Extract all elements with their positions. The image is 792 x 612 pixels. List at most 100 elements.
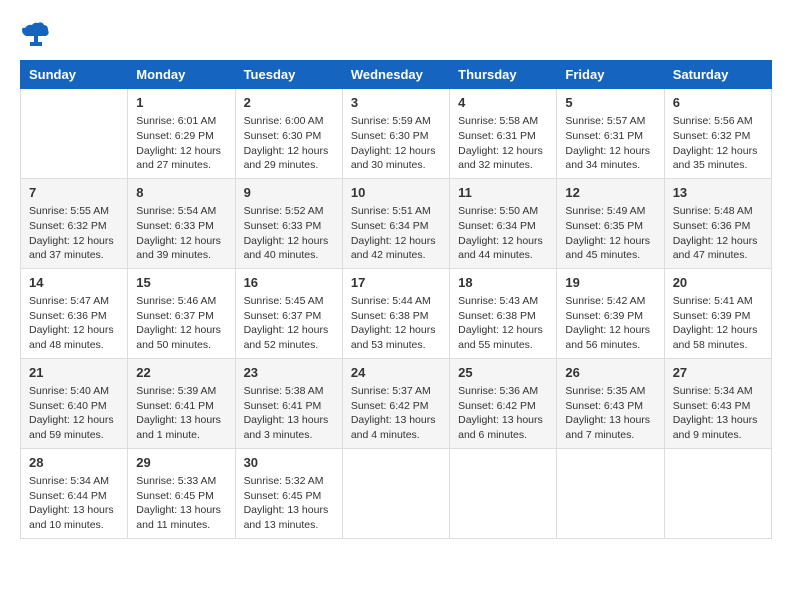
calendar-cell: 4 Sunrise: 5:58 AM Sunset: 6:31 PM Daylig… — [450, 89, 557, 179]
logo-icon — [20, 20, 50, 50]
calendar-cell: 5 Sunrise: 5:57 AM Sunset: 6:31 PM Daylig… — [557, 89, 664, 179]
day-info: Sunrise: 5:41 AM Sunset: 6:39 PM Dayligh… — [673, 294, 763, 353]
day-info: Sunrise: 5:55 AM Sunset: 6:32 PM Dayligh… — [29, 204, 119, 263]
day-info: Sunrise: 5:36 AM Sunset: 6:42 PM Dayligh… — [458, 384, 548, 443]
day-info: Sunrise: 5:59 AM Sunset: 6:30 PM Dayligh… — [351, 114, 441, 173]
calendar-cell: 13Sunrise: 5:48 AM Sunset: 6:36 PM Dayli… — [664, 178, 771, 268]
day-number: 24 — [351, 364, 441, 382]
calendar-cell: 27Sunrise: 5:34 AM Sunset: 6:43 PM Dayli… — [664, 358, 771, 448]
day-header-sunday: Sunday — [21, 61, 128, 89]
day-info: Sunrise: 5:57 AM Sunset: 6:31 PM Dayligh… — [565, 114, 655, 173]
day-number: 4 — [458, 94, 548, 112]
calendar-cell: 26Sunrise: 5:35 AM Sunset: 6:43 PM Dayli… — [557, 358, 664, 448]
day-info: Sunrise: 5:50 AM Sunset: 6:34 PM Dayligh… — [458, 204, 548, 263]
day-info: Sunrise: 5:56 AM Sunset: 6:32 PM Dayligh… — [673, 114, 763, 173]
day-number: 21 — [29, 364, 119, 382]
calendar-cell: 7 Sunrise: 5:55 AM Sunset: 6:32 PM Daylig… — [21, 178, 128, 268]
day-number: 5 — [565, 94, 655, 112]
day-info: Sunrise: 5:35 AM Sunset: 6:43 PM Dayligh… — [565, 384, 655, 443]
day-number: 6 — [673, 94, 763, 112]
day-info: Sunrise: 5:39 AM Sunset: 6:41 PM Dayligh… — [136, 384, 226, 443]
day-info: Sunrise: 5:38 AM Sunset: 6:41 PM Dayligh… — [244, 384, 334, 443]
day-number: 1 — [136, 94, 226, 112]
page-header — [20, 20, 772, 50]
day-info: Sunrise: 5:44 AM Sunset: 6:38 PM Dayligh… — [351, 294, 441, 353]
calendar-cell: 21 Sunrise: 5:40 AM Sunset: 6:40 PM Dayli… — [21, 358, 128, 448]
day-info: Sunrise: 5:40 AM Sunset: 6:40 PM Dayligh… — [29, 384, 119, 443]
day-info: Sunrise: 5:51 AM Sunset: 6:34 PM Dayligh… — [351, 204, 441, 263]
day-number: 9 — [244, 184, 334, 202]
day-number: 22 — [136, 364, 226, 382]
day-number: 15 — [136, 274, 226, 292]
day-info: Sunrise: 5:49 AM Sunset: 6:35 PM Dayligh… — [565, 204, 655, 263]
calendar-cell: 10 Sunrise: 5:51 AM Sunset: 6:34 PM Dayli… — [342, 178, 449, 268]
calendar-cell — [557, 448, 664, 538]
day-number: 28 — [29, 454, 119, 472]
calendar-cell: 8 Sunrise: 5:54 AM Sunset: 6:33 PM Daylig… — [128, 178, 235, 268]
week-row-3: 14 Sunrise: 5:47 AM Sunset: 6:36 PM Dayli… — [21, 268, 772, 358]
calendar-cell: 12Sunrise: 5:49 AM Sunset: 6:35 PM Dayli… — [557, 178, 664, 268]
day-number: 16 — [244, 274, 334, 292]
calendar-cell: 18Sunrise: 5:43 AM Sunset: 6:38 PM Dayli… — [450, 268, 557, 358]
calendar-cell: 2 Sunrise: 6:00 AM Sunset: 6:30 PM Daylig… — [235, 89, 342, 179]
day-info: Sunrise: 5:43 AM Sunset: 6:38 PM Dayligh… — [458, 294, 548, 353]
day-info: Sunrise: 6:00 AM Sunset: 6:30 PM Dayligh… — [244, 114, 334, 173]
day-number: 3 — [351, 94, 441, 112]
day-number: 20 — [673, 274, 763, 292]
calendar-cell: 20 Sunrise: 5:41 AM Sunset: 6:39 PM Dayli… — [664, 268, 771, 358]
day-info: Sunrise: 6:01 AM Sunset: 6:29 PM Dayligh… — [136, 114, 226, 173]
week-row-5: 28 Sunrise: 5:34 AM Sunset: 6:44 PM Dayli… — [21, 448, 772, 538]
calendar-cell: 11 Sunrise: 5:50 AM Sunset: 6:34 PM Dayli… — [450, 178, 557, 268]
day-header-monday: Monday — [128, 61, 235, 89]
header-row: SundayMondayTuesdayWednesdayThursdayFrid… — [21, 61, 772, 89]
calendar-cell: 30 Sunrise: 5:32 AM Sunset: 6:45 PM Dayli… — [235, 448, 342, 538]
day-info: Sunrise: 5:47 AM Sunset: 6:36 PM Dayligh… — [29, 294, 119, 353]
day-number: 8 — [136, 184, 226, 202]
day-number: 13 — [673, 184, 763, 202]
day-info: Sunrise: 5:32 AM Sunset: 6:45 PM Dayligh… — [244, 474, 334, 533]
day-number: 10 — [351, 184, 441, 202]
calendar-cell: 15 Sunrise: 5:46 AM Sunset: 6:37 PM Dayli… — [128, 268, 235, 358]
calendar-cell: 29Sunrise: 5:33 AM Sunset: 6:45 PM Dayli… — [128, 448, 235, 538]
calendar-cell — [450, 448, 557, 538]
day-info: Sunrise: 5:54 AM Sunset: 6:33 PM Dayligh… — [136, 204, 226, 263]
logo — [20, 20, 54, 50]
day-info: Sunrise: 5:34 AM Sunset: 6:44 PM Dayligh… — [29, 474, 119, 533]
calendar-cell: 16 Sunrise: 5:45 AM Sunset: 6:37 PM Dayli… — [235, 268, 342, 358]
calendar-cell: 14 Sunrise: 5:47 AM Sunset: 6:36 PM Dayli… — [21, 268, 128, 358]
day-number: 25 — [458, 364, 548, 382]
calendar-cell: 28 Sunrise: 5:34 AM Sunset: 6:44 PM Dayli… — [21, 448, 128, 538]
day-info: Sunrise: 5:45 AM Sunset: 6:37 PM Dayligh… — [244, 294, 334, 353]
day-number: 14 — [29, 274, 119, 292]
day-info: Sunrise: 5:52 AM Sunset: 6:33 PM Dayligh… — [244, 204, 334, 263]
day-header-saturday: Saturday — [664, 61, 771, 89]
day-info: Sunrise: 5:37 AM Sunset: 6:42 PM Dayligh… — [351, 384, 441, 443]
day-header-tuesday: Tuesday — [235, 61, 342, 89]
week-row-1: 1 Sunrise: 6:01 AM Sunset: 6:29 PM Daylig… — [21, 89, 772, 179]
calendar-cell: 24 Sunrise: 5:37 AM Sunset: 6:42 PM Dayli… — [342, 358, 449, 448]
week-row-2: 7 Sunrise: 5:55 AM Sunset: 6:32 PM Daylig… — [21, 178, 772, 268]
day-number: 30 — [244, 454, 334, 472]
day-number: 2 — [244, 94, 334, 112]
day-header-friday: Friday — [557, 61, 664, 89]
calendar-cell: 23 Sunrise: 5:38 AM Sunset: 6:41 PM Dayli… — [235, 358, 342, 448]
day-number: 27 — [673, 364, 763, 382]
calendar-cell: 1 Sunrise: 6:01 AM Sunset: 6:29 PM Daylig… — [128, 89, 235, 179]
day-number: 11 — [458, 184, 548, 202]
calendar-cell: 17Sunrise: 5:44 AM Sunset: 6:38 PM Dayli… — [342, 268, 449, 358]
calendar-cell: 22 Sunrise: 5:39 AM Sunset: 6:41 PM Dayli… — [128, 358, 235, 448]
calendar-cell: 25 Sunrise: 5:36 AM Sunset: 6:42 PM Dayli… — [450, 358, 557, 448]
day-number: 19 — [565, 274, 655, 292]
calendar-cell: 6 Sunrise: 5:56 AM Sunset: 6:32 PM Daylig… — [664, 89, 771, 179]
day-number: 7 — [29, 184, 119, 202]
day-info: Sunrise: 5:46 AM Sunset: 6:37 PM Dayligh… — [136, 294, 226, 353]
calendar-cell — [342, 448, 449, 538]
calendar-cell: 3 Sunrise: 5:59 AM Sunset: 6:30 PM Daylig… — [342, 89, 449, 179]
day-info: Sunrise: 5:33 AM Sunset: 6:45 PM Dayligh… — [136, 474, 226, 533]
day-number: 23 — [244, 364, 334, 382]
day-info: Sunrise: 5:58 AM Sunset: 6:31 PM Dayligh… — [458, 114, 548, 173]
day-header-thursday: Thursday — [450, 61, 557, 89]
calendar-cell: 9 Sunrise: 5:52 AM Sunset: 6:33 PM Daylig… — [235, 178, 342, 268]
week-row-4: 21 Sunrise: 5:40 AM Sunset: 6:40 PM Dayli… — [21, 358, 772, 448]
day-info: Sunrise: 5:42 AM Sunset: 6:39 PM Dayligh… — [565, 294, 655, 353]
